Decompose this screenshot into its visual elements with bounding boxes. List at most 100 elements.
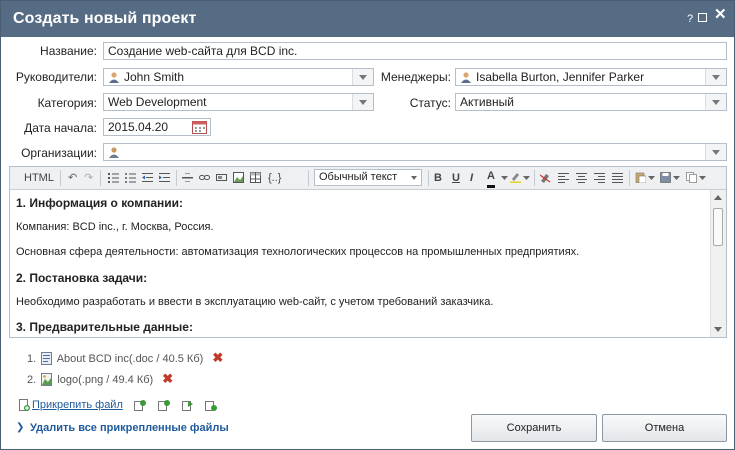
- align-center-icon[interactable]: [576, 172, 587, 183]
- word-document-icon: [41, 352, 53, 365]
- clear-format-icon[interactable]: [540, 172, 551, 183]
- delete-all-attachments-link[interactable]: Удалить все прикрепленные файлы: [30, 422, 229, 434]
- content-paragraph: Компания: BCD inc., г. Москва, Россия.: [16, 221, 214, 233]
- anchor-icon[interactable]: [216, 172, 227, 183]
- attached-file-row: 1. About BCD inc(.doc / 40.5 Кб) ✖: [27, 350, 223, 366]
- image-file-icon: [41, 373, 53, 386]
- toolbar-divider: [534, 170, 535, 186]
- italic-button[interactable]: I: [470, 171, 473, 185]
- image-icon[interactable]: [233, 172, 244, 183]
- content-heading: 3. Предварительные данные:: [16, 320, 193, 334]
- person-icon: [109, 72, 119, 83]
- toolbar-divider: [176, 170, 177, 186]
- save-button[interactable]: Сохранить: [471, 414, 597, 442]
- align-left-icon[interactable]: [558, 172, 569, 183]
- delete-file-icon[interactable]: ✖: [212, 350, 223, 366]
- undo-icon[interactable]: ↶: [68, 171, 77, 185]
- cancel-button[interactable]: Отмена: [602, 414, 727, 442]
- attach-file-link[interactable]: Прикрепить файл: [32, 399, 123, 411]
- code-insert-button[interactable]: {..}: [268, 171, 281, 185]
- file-index: 2.: [27, 374, 37, 386]
- category-value: Web Development: [108, 95, 207, 109]
- members-label: Менеджеры:: [380, 70, 451, 84]
- organization-icon: [109, 147, 119, 158]
- file-name-link[interactable]: About BCD inc(.doc / 40.5 Кб): [57, 353, 204, 365]
- start-date-value: 2015.04.20: [108, 120, 169, 134]
- chevron-down-icon[interactable]: [501, 176, 508, 181]
- horizontal-rule-icon[interactable]: [182, 172, 193, 183]
- save-icon[interactable]: [660, 172, 671, 183]
- chevron-down-icon[interactable]: [648, 176, 655, 181]
- scrollbar-thumb[interactable]: [713, 208, 723, 246]
- delete-file-icon[interactable]: ✖: [162, 371, 173, 387]
- highlight-icon[interactable]: [510, 172, 521, 183]
- table-icon[interactable]: [250, 172, 261, 183]
- members-combo[interactable]: Isabella Burton, Jennifer Parker: [455, 68, 727, 86]
- align-right-icon[interactable]: [594, 172, 605, 183]
- toolbar-divider: [629, 170, 630, 186]
- underline-button[interactable]: U: [452, 171, 460, 185]
- toolbar-divider: [308, 170, 309, 186]
- name-input[interactable]: Создание web-сайта для BCD inc.: [103, 42, 727, 60]
- managers-label: Руководители:: [15, 70, 97, 84]
- toolbar-divider: [100, 170, 101, 186]
- chevron-down-icon: ❯: [16, 422, 25, 433]
- description-editor: HTML ↶ ↷ {..} Обычный текст B U I A 1. И…: [9, 166, 727, 338]
- content-paragraph: Необходимо разработать и ввести в эксплу…: [16, 296, 494, 308]
- chevron-down-icon[interactable]: [699, 176, 706, 181]
- bold-button[interactable]: B: [434, 171, 442, 185]
- category-select[interactable]: Web Development: [103, 93, 374, 111]
- dialog-titlebar[interactable]: Создать новый проект ? ✕: [1, 1, 734, 37]
- category-label: Категория:: [37, 96, 97, 110]
- attached-file-row: 2. logo(.png / 49.4 Кб) ✖: [27, 371, 173, 387]
- numbered-list-icon[interactable]: [108, 172, 119, 183]
- file-name-link[interactable]: logo(.png / 49.4 Кб): [57, 374, 153, 386]
- chevron-down-icon[interactable]: [705, 94, 726, 110]
- toolbar-divider: [428, 170, 429, 186]
- link-icon[interactable]: [199, 172, 210, 183]
- person-icon: [461, 72, 471, 83]
- align-justify-icon[interactable]: [612, 172, 623, 183]
- copy-icon[interactable]: [686, 172, 697, 183]
- paragraph-format-select[interactable]: Обычный текст: [314, 169, 422, 186]
- status-select[interactable]: Активный: [455, 93, 727, 111]
- scroll-up-icon[interactable]: [714, 195, 722, 200]
- chevron-down-icon[interactable]: [705, 144, 726, 160]
- content-heading: 1. Информация о компании:: [16, 196, 184, 210]
- maximize-icon[interactable]: [698, 13, 707, 22]
- font-color-button[interactable]: A: [487, 171, 495, 188]
- create-project-dialog: Создать новый проект ? ✕ Название: Созда…: [0, 0, 735, 450]
- scroll-down-icon[interactable]: [714, 327, 722, 332]
- attach-from-project-icon[interactable]: [182, 399, 194, 411]
- bullet-list-icon[interactable]: [125, 172, 136, 183]
- attach-from-documents-icon[interactable]: [158, 399, 170, 411]
- chevron-down-icon[interactable]: [352, 94, 373, 110]
- chevron-down-icon[interactable]: [705, 69, 726, 85]
- toolbar-divider: [60, 170, 61, 186]
- members-value: Isabella Burton, Jennifer Parker: [476, 70, 645, 84]
- close-icon[interactable]: ✕: [714, 7, 727, 22]
- organizations-combo[interactable]: [103, 143, 727, 161]
- attach-file-icon[interactable]: [18, 399, 30, 411]
- chevron-down-icon[interactable]: [352, 69, 373, 85]
- file-index: 1.: [27, 353, 37, 365]
- content-heading: 2. Постановка задачи:: [16, 271, 148, 285]
- chevron-down-icon[interactable]: [523, 176, 530, 181]
- help-icon[interactable]: ?: [687, 13, 693, 25]
- dialog-title: Создать новый проект: [13, 10, 197, 27]
- html-mode-button[interactable]: HTML: [24, 171, 54, 185]
- editor-scrollbar[interactable]: [710, 190, 726, 337]
- organizations-label: Организации:: [21, 146, 97, 160]
- name-label: Название:: [40, 44, 97, 58]
- calendar-icon[interactable]: [192, 120, 207, 134]
- attach-from-storage-icon[interactable]: [134, 399, 146, 411]
- paste-icon[interactable]: [635, 172, 646, 183]
- outdent-icon[interactable]: [142, 172, 153, 183]
- managers-combo[interactable]: John Smith: [103, 68, 374, 86]
- start-date-input[interactable]: 2015.04.20: [103, 118, 211, 136]
- attach-from-cloud-icon[interactable]: [205, 399, 217, 411]
- indent-icon[interactable]: [159, 172, 170, 183]
- redo-icon[interactable]: ↷: [84, 171, 93, 185]
- chevron-down-icon[interactable]: [673, 176, 680, 181]
- editor-content[interactable]: 1. Информация о компании: Компания: BCD …: [10, 190, 710, 337]
